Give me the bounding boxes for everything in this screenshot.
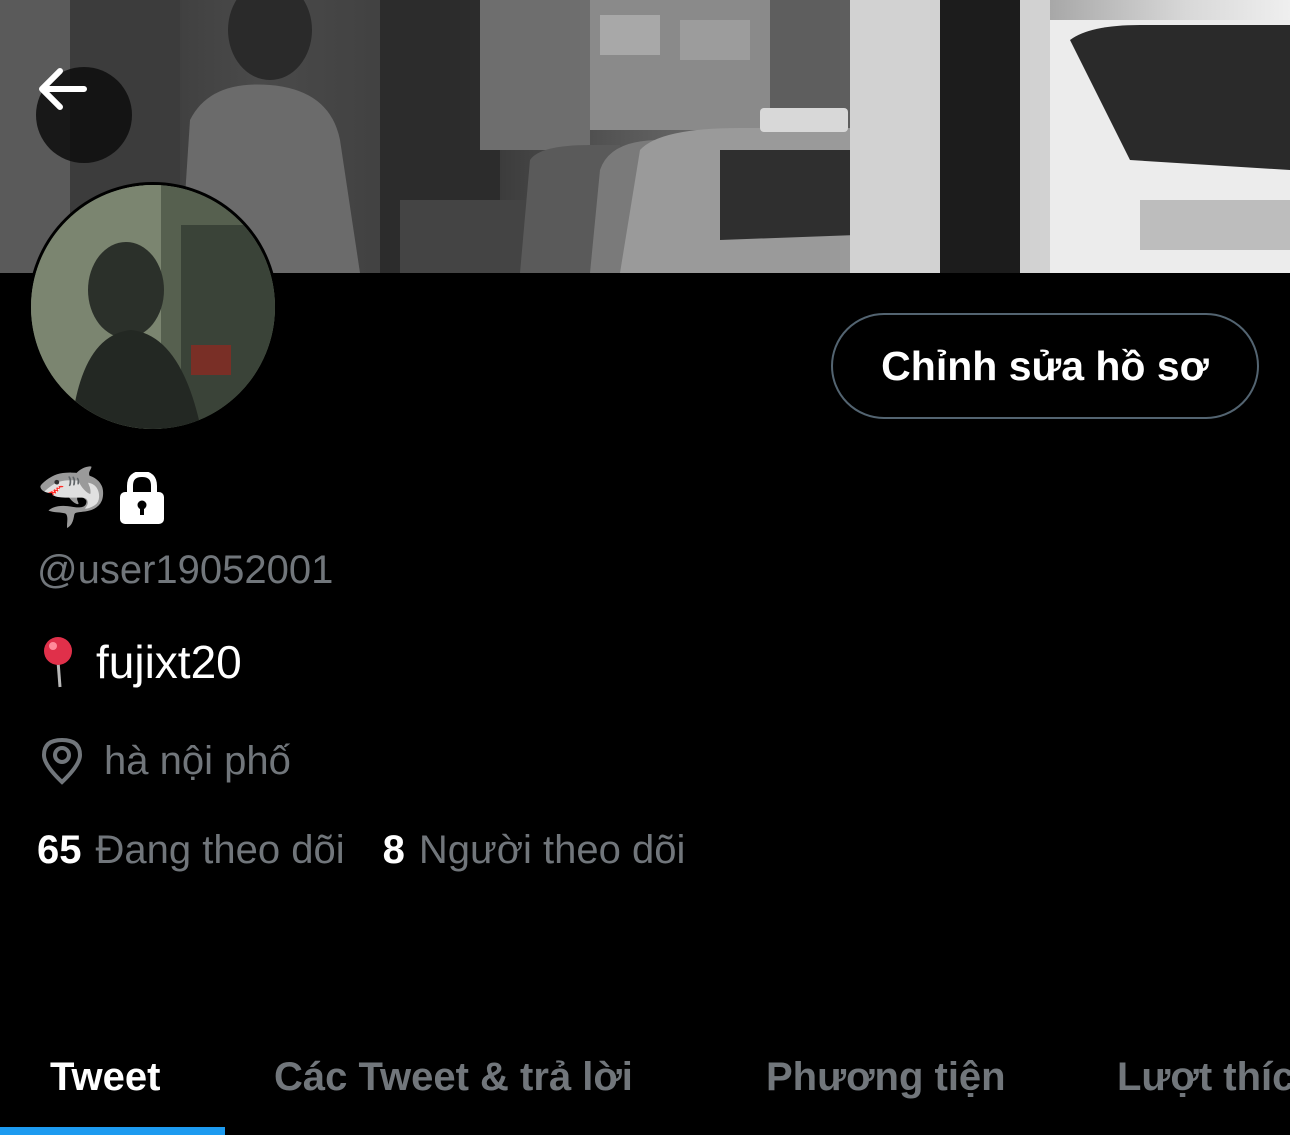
tab-media[interactable]: Phương tiện (766, 1020, 1006, 1135)
display-name: 🦈 (36, 462, 166, 534)
tab-tweets-and-replies[interactable]: Các Tweet & trả lời (274, 1020, 633, 1135)
round-pushpin-emoji (40, 635, 76, 689)
following-label: Đang theo dõi (95, 827, 345, 872)
follow-stats: 65 Đang theo dõi 8 Người theo dõi (37, 822, 685, 878)
tab-tweets[interactable]: Tweet (50, 1020, 160, 1135)
shark-emoji: 🦈 (36, 465, 109, 530)
back-button[interactable] (36, 67, 132, 163)
followers-link[interactable]: 8 Người theo dõi (383, 828, 686, 873)
profile-location: hà nội phố (40, 733, 291, 789)
bio-text: fujixt20 (96, 636, 242, 688)
tab-likes[interactable]: Lượt thích (1117, 1020, 1290, 1135)
following-count: 65 (37, 827, 82, 872)
profile-bio: fujixt20 (40, 630, 242, 694)
edit-profile-button[interactable]: Chỉnh sửa hồ sơ (831, 313, 1259, 419)
profile-tabs: Tweet Các Tweet & trả lời Phương tiện Lư… (0, 1020, 1290, 1135)
location-pin-icon (40, 737, 84, 785)
followers-count: 8 (382, 827, 405, 872)
avatar-photo (31, 185, 275, 429)
followers-label: Người theo dõi (418, 827, 686, 872)
following-link[interactable]: 65 Đang theo dõi (37, 828, 345, 873)
location-text: hà nội phố (104, 738, 291, 783)
active-tab-indicator (0, 1127, 225, 1135)
arrow-left-icon (39, 68, 87, 110)
user-handle: @user19052001 (37, 548, 334, 592)
lock-icon (118, 472, 166, 524)
avatar[interactable] (28, 182, 278, 432)
